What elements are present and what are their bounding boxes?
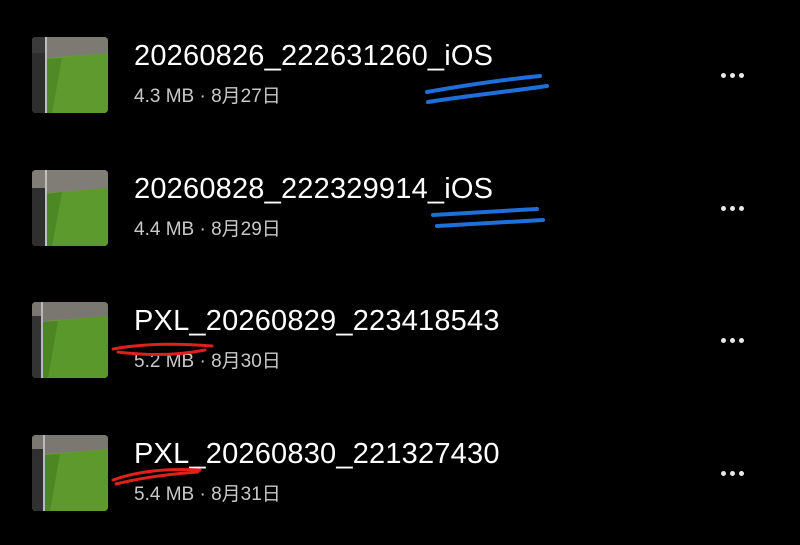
image-thumbnail-icon — [32, 302, 108, 378]
meta-separator: · — [199, 484, 206, 505]
file-meta: 5.2 MB · 8月30日 — [134, 350, 281, 374]
more-options-button[interactable] — [710, 190, 754, 226]
image-thumbnail-icon — [32, 435, 108, 511]
file-size: 4.3 MB — [134, 86, 195, 107]
more-options-icon — [720, 72, 726, 78]
file-name: PXL_20260830_221327430 — [134, 438, 500, 470]
more-options-button[interactable] — [710, 455, 754, 491]
file-meta: 4.3 MB · 8月27日 — [134, 85, 281, 109]
file-size: 5.4 MB — [134, 484, 195, 505]
file-row[interactable]: 20260828_222329914_iOS 4.4 MB · 8月29日 — [0, 170, 800, 280]
file-size: 4.4 MB — [134, 219, 195, 240]
file-date: 8月27日 — [211, 86, 281, 107]
more-options-button[interactable] — [710, 57, 754, 93]
more-options-button[interactable] — [710, 322, 754, 358]
image-thumbnail[interactable] — [32, 435, 108, 511]
file-size: 5.2 MB — [134, 351, 195, 372]
file-date: 8月30日 — [211, 351, 281, 372]
image-thumbnail-icon — [32, 170, 108, 246]
meta-separator: · — [199, 219, 206, 240]
more-options-icon — [720, 337, 726, 343]
file-name: PXL_20260829_223418543 — [134, 305, 500, 337]
file-meta: 4.4 MB · 8月29日 — [134, 218, 281, 242]
file-date: 8月29日 — [211, 219, 281, 240]
more-options-icon — [720, 470, 726, 476]
file-date: 8月31日 — [211, 484, 281, 505]
image-thumbnail[interactable] — [32, 170, 108, 246]
file-row[interactable]: PXL_20260829_223418543 5.2 MB · 8月30日 — [0, 302, 800, 412]
file-meta: 5.4 MB · 8月31日 — [134, 483, 281, 507]
meta-separator: · — [199, 351, 206, 372]
more-options-icon — [720, 205, 726, 211]
file-name: 20260826_222631260_iOS — [134, 40, 494, 72]
file-name: 20260828_222329914_iOS — [134, 173, 494, 205]
image-thumbnail[interactable] — [32, 302, 108, 378]
file-list: 20260826_222631260_iOS 4.3 MB · 8月27日 20… — [0, 0, 800, 522]
file-row[interactable]: PXL_20260830_221327430 5.4 MB · 8月31日 — [0, 435, 800, 545]
image-thumbnail-icon — [32, 37, 108, 113]
file-row[interactable]: 20260826_222631260_iOS 4.3 MB · 8月27日 — [0, 37, 800, 147]
meta-separator: · — [199, 86, 206, 107]
image-thumbnail[interactable] — [32, 37, 108, 113]
